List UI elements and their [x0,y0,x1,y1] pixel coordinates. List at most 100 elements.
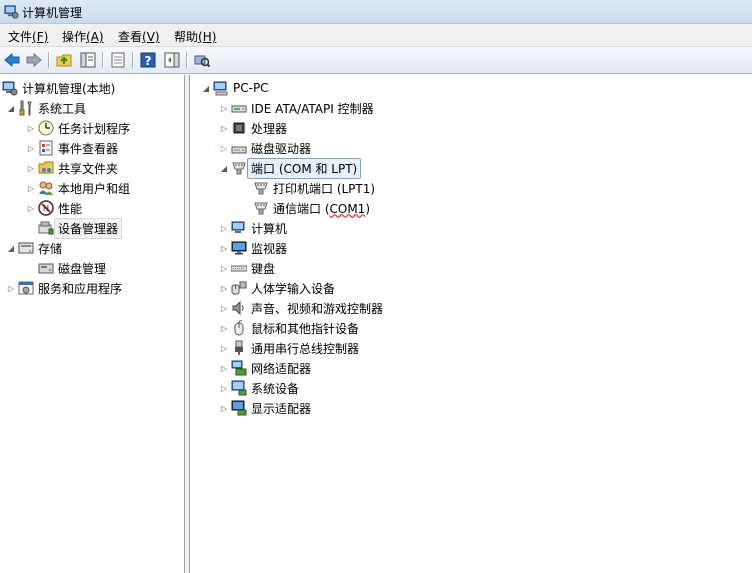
scan-hardware-icon[interactable] [192,51,212,69]
tree-item-local-users[interactable]: ▷ 本地用户和组 [26,178,130,198]
device-lpt1[interactable]: 打印机端口 (LPT1) [253,178,375,198]
shared-folder-icon [38,160,54,176]
expand-arrow-icon[interactable]: ▷ [219,244,229,253]
device-root[interactable]: ◢ PC-PC [201,78,269,98]
expand-arrow-icon[interactable]: ▷ [219,324,229,333]
computer-icon [213,80,229,96]
show-hide-tree-icon[interactable] [78,51,98,69]
collapse-arrow-icon[interactable]: ◢ [219,164,229,173]
com1-name: COM1 [329,201,366,216]
action-pane-icon[interactable] [162,51,182,69]
device-category-computer[interactable]: ▷ 计算机 [219,218,287,238]
tree-item-task-scheduler[interactable]: ▷ 任务计划程序 [26,118,130,138]
expand-arrow-icon[interactable]: ▷ [219,124,229,133]
tree-item-label: 事件查看器 [58,141,119,156]
toolbar: ? [0,46,752,74]
device-category-network[interactable]: ▷ 网络适配器 [219,358,311,378]
device-label: 打印机端口 (LPT1) [273,181,376,196]
tree-item-services-apps[interactable]: ▷ 服务和应用程序 [6,278,122,298]
collapse-arrow-icon[interactable]: ◢ [201,84,211,93]
device-category-disk-drives[interactable]: ▷ 磁盘驱动器 [219,138,311,158]
device-com1[interactable]: 通信端口 (COM1) [253,198,370,218]
collapse-arrow-icon[interactable]: ◢ [6,104,16,113]
tree-item-label: 共享文件夹 [58,161,119,176]
device-label: 系统设备 [251,381,300,396]
device-category-ide[interactable]: ▷ IDE ATA/ATAPI 控制器 [219,98,374,118]
tree-item-event-viewer[interactable]: ▷ 事件查看器 [26,138,118,158]
tree-item-label: 计算机管理(本地) [22,81,116,96]
tools-icon [18,100,34,116]
device-label: 网络适配器 [251,361,312,376]
device-category-keyboards[interactable]: ▷ 键盘 [219,258,275,278]
forward-icon[interactable] [24,51,44,69]
device-category-monitors[interactable]: ▷ 监视器 [219,238,287,258]
device-label: 磁盘驱动器 [251,141,312,156]
speaker-icon [231,300,247,316]
menu-file[interactable]: 文件(F) [6,27,50,46]
tree-item-device-manager[interactable]: 设备管理器 [38,217,123,239]
collapse-arrow-icon[interactable]: ◢ [6,244,16,253]
back-icon[interactable] [2,51,22,69]
tree-item-label: 任务计划程序 [58,121,131,136]
device-tree: ◢ PC-PC ▷ IDE ATA/ATAPI 控制器 ▷ 处理器 ▷ 磁盘驱动… [191,75,752,573]
expand-arrow-icon[interactable]: ▷ [26,124,36,133]
svg-text:N: N [43,204,49,213]
processor-icon [231,120,247,136]
expand-arrow-icon[interactable]: ▷ [219,384,229,393]
expand-arrow-icon[interactable]: ▷ [219,304,229,313]
pane-splitter[interactable] [185,75,190,573]
expand-arrow-icon[interactable]: ▷ [6,284,16,293]
help-icon[interactable]: ? [138,51,158,69]
device-category-ports[interactable]: ◢ 端口 (COM 和 LPT) [219,157,362,179]
expand-arrow-icon[interactable]: ▷ [219,224,229,233]
svg-text:?: ? [145,54,152,68]
device-category-usb[interactable]: ▷ 通用串行总线控制器 [219,338,359,358]
device-label: 键盘 [251,261,276,276]
expand-arrow-icon[interactable]: ▷ [219,144,229,153]
performance-icon: N [38,200,54,216]
up-folder-icon[interactable] [54,51,74,69]
tree-item-disk-management[interactable]: 磁盘管理 [38,258,106,278]
device-category-processor[interactable]: ▷ 处理器 [219,118,287,138]
menu-action[interactable]: 操作(A) [60,27,106,46]
device-category-mice[interactable]: ▷ 鼠标和其他指针设备 [219,318,359,338]
menu-bar: 文件(F) 操作(A) 查看(V) 帮助(H) [0,24,752,46]
tree-item-label: 系统工具 [38,101,87,116]
expand-arrow-icon[interactable]: ▷ [26,144,36,153]
tree-item-system-tools[interactable]: ◢ 系统工具 [6,98,86,118]
tree-item-shared-folders[interactable]: ▷ 共享文件夹 [26,158,118,178]
device-label: IDE ATA/ATAPI 控制器 [251,101,374,116]
device-label: 监视器 [251,241,288,256]
expand-arrow-icon[interactable]: ▷ [219,104,229,113]
hid-icon [231,280,247,296]
menu-help[interactable]: 帮助(H) [172,27,218,46]
disk-management-icon [38,260,54,276]
expand-arrow-icon[interactable]: ▷ [26,164,36,173]
port-icon [231,160,247,176]
tree-item-performance[interactable]: ▷ N 性能 [26,198,82,218]
properties-icon[interactable] [108,51,128,69]
device-category-sound[interactable]: ▷ 声音、视频和游戏控制器 [219,298,383,318]
device-category-display[interactable]: ▷ 显示适配器 [219,398,311,418]
menu-view[interactable]: 查看(V) [116,27,162,46]
expand-arrow-icon[interactable]: ▷ [219,404,229,413]
expand-arrow-icon[interactable]: ▷ [219,344,229,353]
disk-drive-icon [231,140,247,156]
computer-management-icon [2,80,18,96]
expand-arrow-icon[interactable]: ▷ [26,184,36,193]
computer-management-icon [4,5,19,19]
tree-item-storage[interactable]: ◢ 存储 [6,238,62,258]
expand-arrow-icon[interactable]: ▷ [219,284,229,293]
users-icon [38,180,54,196]
device-label: PC-PC [233,81,269,95]
tree-item-computer-management[interactable]: 计算机管理(本地) [2,78,115,98]
device-category-system[interactable]: ▷ 系统设备 [219,378,299,398]
mouse-icon [231,320,247,336]
expand-arrow-icon[interactable]: ▷ [219,364,229,373]
device-label: 声音、视频和游戏控制器 [251,301,384,316]
expand-arrow-icon[interactable]: ▷ [219,264,229,273]
expand-arrow-icon[interactable]: ▷ [26,204,36,213]
device-category-hid[interactable]: ▷ 人体学输入设备 [219,278,335,298]
monitor-icon [231,240,247,256]
tree-item-label: 性能 [58,201,83,216]
